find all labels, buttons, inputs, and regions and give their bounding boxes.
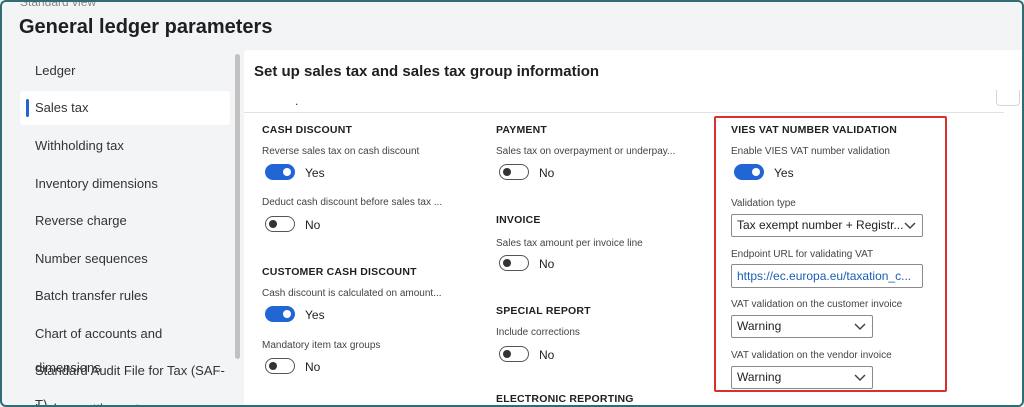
field-label-reverse-sales-tax: Reverse sales tax on cash discount bbox=[262, 146, 420, 157]
toggle-mandatory-item-tax-groups[interactable] bbox=[265, 358, 295, 374]
sidebar-item-number-sequences[interactable]: Number sequences bbox=[20, 242, 230, 276]
field-label-amount-per-line: Sales tax amount per invoice line bbox=[496, 238, 643, 249]
vendor-invoice-validation-select[interactable]: Warning bbox=[731, 366, 873, 389]
toggle-include-corrections[interactable] bbox=[499, 346, 529, 362]
group-heading-invoice: INVOICE bbox=[496, 214, 541, 226]
toggle-value-enable-vies: Yes bbox=[774, 166, 794, 180]
collapse-handle[interactable] bbox=[996, 90, 1020, 106]
customer-invoice-validation-select[interactable]: Warning bbox=[731, 315, 873, 338]
toggle-knob bbox=[283, 168, 291, 176]
toggle-cash-discount-calculated[interactable] bbox=[265, 306, 295, 322]
sidebar-scrollbar[interactable] bbox=[235, 54, 240, 359]
toggle-value-amount-per-line: No bbox=[539, 257, 555, 271]
group-heading-vies: VIES VAT NUMBER VALIDATION bbox=[731, 124, 898, 136]
page-title: General ledger parameters bbox=[19, 16, 273, 38]
chevron-down-icon bbox=[854, 368, 866, 388]
group-heading-special-report: SPECIAL REPORT bbox=[496, 305, 591, 317]
sidebar-item-batch-transfer-rules[interactable]: Batch transfer rules bbox=[20, 279, 230, 313]
toggle-overpayment[interactable] bbox=[499, 164, 529, 180]
customer-invoice-validation-value: Warning bbox=[737, 319, 782, 333]
sidebar-item-ledger-settlements[interactable]: Ledger settlements bbox=[20, 392, 230, 405]
field-label-include-corrections: Include corrections bbox=[496, 327, 580, 338]
toggle-reverse-sales-tax[interactable] bbox=[265, 164, 295, 180]
sidebar-nav: Ledger Sales tax Withholding tax Invento… bbox=[20, 54, 232, 405]
sidebar-item-withholding-tax[interactable]: Withholding tax bbox=[20, 129, 230, 163]
toggle-deduct-cash-discount[interactable] bbox=[265, 216, 295, 232]
toggle-knob bbox=[752, 168, 760, 176]
field-label-endpoint-url: Endpoint URL for validating VAT bbox=[731, 249, 874, 260]
group-heading-electronic-reporting: ELECTRONIC REPORTING bbox=[496, 393, 634, 405]
toggle-knob bbox=[269, 220, 277, 228]
group-heading-payment: PAYMENT bbox=[496, 124, 547, 136]
field-label-vendor-invoice-validation: VAT validation on the vendor invoice bbox=[731, 350, 892, 361]
toggle-enable-vies[interactable] bbox=[734, 164, 764, 180]
sidebar-item-saf-t[interactable]: Standard Audit File for Tax (SAF-T) bbox=[20, 354, 230, 405]
toggle-amount-per-line[interactable] bbox=[499, 255, 529, 271]
toggle-value-overpayment: No bbox=[539, 166, 555, 180]
toggle-knob bbox=[503, 350, 511, 358]
toggle-value-reverse-sales-tax: Yes bbox=[305, 166, 325, 180]
validation-type-value: Tax exempt number + Registr... bbox=[737, 218, 904, 232]
toggle-value-deduct-cash-discount: No bbox=[305, 218, 321, 232]
breadcrumb: Standard view bbox=[20, 0, 97, 9]
group-heading-customer-cash-discount: CUSTOMER CASH DISCOUNT bbox=[262, 266, 417, 278]
field-label-enable-vies: Enable VIES VAT number validation bbox=[731, 146, 890, 157]
sidebar-item-chart-of-accounts[interactable]: Chart of accounts and dimensions bbox=[20, 317, 230, 375]
toggle-value-cash-discount-calculated: Yes bbox=[305, 308, 325, 322]
toggle-value-mandatory-item-tax-groups: No bbox=[305, 360, 321, 374]
field-label-deduct-cash-discount: Deduct cash discount before sales tax ..… bbox=[262, 197, 443, 208]
section-title: Set up sales tax and sales tax group inf… bbox=[254, 63, 600, 80]
window-frame: Standard view General ledger parameters … bbox=[0, 0, 1024, 407]
group-heading-cash-discount: CASH DISCOUNT bbox=[262, 124, 353, 136]
chevron-down-icon bbox=[854, 317, 866, 337]
chevron-down-icon bbox=[904, 216, 916, 236]
sidebar-item-sales-tax[interactable]: Sales tax bbox=[20, 91, 230, 125]
toggle-value-include-corrections: No bbox=[539, 348, 555, 362]
endpoint-url-field[interactable]: https://ec.europa.eu/taxation_c... bbox=[731, 264, 923, 288]
main-content: Set up sales tax and sales tax group inf… bbox=[244, 50, 1022, 405]
sidebar-item-inventory-dimensions[interactable]: Inventory dimensions bbox=[20, 167, 230, 201]
toggle-knob bbox=[503, 259, 511, 267]
field-label-customer-invoice-validation: VAT validation on the customer invoice bbox=[731, 299, 903, 310]
validation-type-select[interactable]: Tax exempt number + Registr... bbox=[731, 214, 923, 237]
field-label-validation-type: Validation type bbox=[731, 198, 796, 209]
sidebar-item-reverse-charge[interactable]: Reverse charge bbox=[20, 204, 230, 238]
toggle-knob bbox=[283, 310, 291, 318]
vendor-invoice-validation-value: Warning bbox=[737, 370, 782, 384]
field-label-cash-discount-calculated: Cash discount is calculated on amount... bbox=[262, 288, 442, 299]
field-label-overpayment: Sales tax on overpayment or underpay... bbox=[496, 146, 676, 157]
toggle-knob bbox=[269, 362, 277, 370]
field-label-mandatory-item-tax-groups: Mandatory item tax groups bbox=[262, 340, 381, 351]
divider bbox=[244, 112, 1004, 113]
sidebar-item-ledger[interactable]: Ledger bbox=[20, 54, 230, 88]
section-description: . bbox=[295, 94, 299, 108]
toggle-knob bbox=[503, 168, 511, 176]
